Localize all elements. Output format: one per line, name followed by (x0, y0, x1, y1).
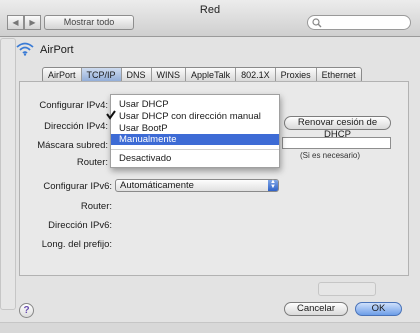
address6-label: Dirección IPv6: (48, 220, 112, 231)
tab-tcpip[interactable]: TCP/IP (81, 68, 122, 82)
ok-button[interactable]: OK (355, 302, 402, 316)
router-label: Router: (76, 157, 108, 168)
device-name: AirPort (40, 44, 74, 56)
client-id-hint: (Si es necesario) (300, 151, 361, 160)
ipv6-value: Automáticamente (120, 180, 194, 191)
chevron-left-icon: ◀ (12, 18, 19, 27)
tab-ethernet[interactable]: Ethernet (317, 68, 361, 82)
forward-button[interactable]: ▶ (24, 15, 41, 30)
address-label: Dirección IPv4: (44, 121, 108, 132)
title-bar: Red ◀ ▶ Mostrar todo (0, 0, 420, 37)
tab-dns[interactable]: DNS (122, 68, 152, 82)
popup-arrows-icon-2: ▲ ▼ (268, 179, 278, 191)
menu-item-manual[interactable]: Manualmente (111, 134, 279, 145)
tab-airport[interactable]: AirPort (43, 68, 82, 82)
tab-8021x[interactable]: 802.1X (236, 68, 276, 82)
client-id-field[interactable] (282, 137, 391, 149)
cancel-button[interactable]: Cancelar (284, 302, 348, 316)
ipv6-popup[interactable]: Automáticamente ▲ ▼ (115, 179, 279, 192)
checkmark-icon (106, 110, 116, 120)
menu-item-dhcp-manual[interactable]: Usar DHCP con dirección manual (119, 111, 261, 122)
menu-item-off[interactable]: Desactivado (119, 153, 171, 164)
tab-proxies[interactable]: Proxies (276, 68, 317, 82)
wifi-icon (16, 42, 34, 56)
background-button-2 (318, 282, 376, 296)
search-input[interactable] (307, 15, 411, 30)
ipv4-dropdown-menu: Usar DHCP Usar DHCP con dirección manual… (106, 94, 280, 168)
prefix-length-label: Long. del prefijo: (41, 239, 112, 250)
menu-item-bootp[interactable]: Usar BootP (119, 123, 168, 134)
ipv4-label: Configurar IPv4: (39, 100, 108, 111)
chevron-right-icon: ▶ (29, 18, 36, 27)
search-icon (312, 18, 322, 28)
ipv6-label: Configurar IPv6: (43, 181, 112, 192)
menu-separator (111, 149, 279, 150)
footer-strip (0, 322, 420, 333)
subnet-label: Máscara subred: (37, 140, 108, 151)
router6-label: Router: (80, 201, 112, 212)
background-sidebar (0, 38, 16, 310)
help-button[interactable]: ? (19, 303, 34, 318)
show-all-button[interactable]: Mostrar todo (44, 15, 134, 30)
menu-item-dhcp[interactable]: Usar DHCP (119, 99, 169, 110)
tab-wins[interactable]: WINS (152, 68, 187, 82)
back-button[interactable]: ◀ (7, 15, 24, 30)
renew-dhcp-button[interactable]: Renovar cesión de DHCP (284, 116, 391, 140)
tab-appletalk[interactable]: AppleTalk (186, 68, 237, 82)
